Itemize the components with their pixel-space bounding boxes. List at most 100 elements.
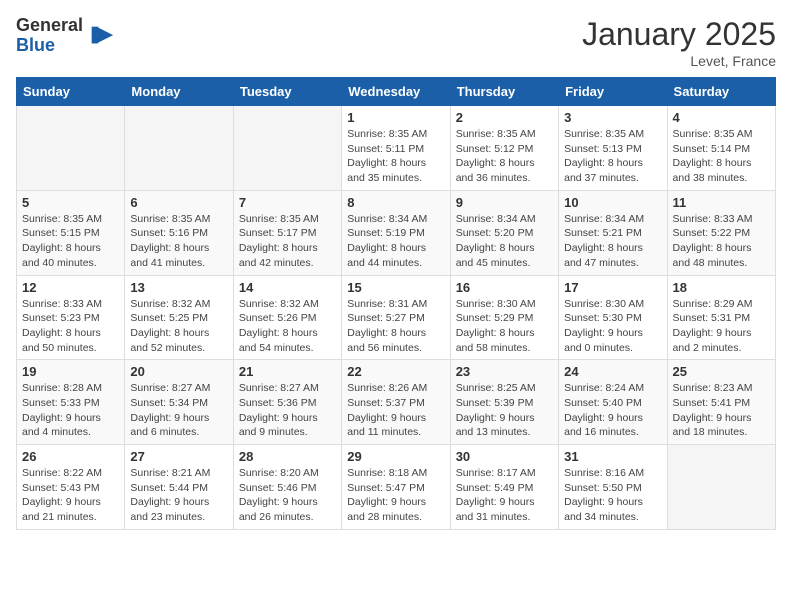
day-number: 23 [456, 364, 553, 379]
day-number: 25 [673, 364, 770, 379]
page-header: General Blue January 2025 Levet, France [16, 16, 776, 69]
day-number: 3 [564, 110, 661, 125]
day-number: 7 [239, 195, 336, 210]
table-row: 29Sunrise: 8:18 AM Sunset: 5:47 PM Dayli… [342, 445, 450, 530]
day-number: 5 [22, 195, 119, 210]
day-info: Sunrise: 8:35 AM Sunset: 5:17 PM Dayligh… [239, 212, 336, 271]
day-info: Sunrise: 8:25 AM Sunset: 5:39 PM Dayligh… [456, 381, 553, 440]
day-info: Sunrise: 8:26 AM Sunset: 5:37 PM Dayligh… [347, 381, 444, 440]
week-row-3: 12Sunrise: 8:33 AM Sunset: 5:23 PM Dayli… [17, 275, 776, 360]
day-number: 9 [456, 195, 553, 210]
table-row: 28Sunrise: 8:20 AM Sunset: 5:46 PM Dayli… [233, 445, 341, 530]
day-number: 16 [456, 280, 553, 295]
table-row: 2 Sunrise: 8:35 AM Sunset: 5:12 PM Daylig… [450, 106, 558, 191]
day-number: 2 [456, 110, 553, 125]
day-number: 20 [130, 364, 227, 379]
weekday-header-row: Sunday Monday Tuesday Wednesday Thursday… [17, 78, 776, 106]
day-number: 1 [347, 110, 444, 125]
day-info: Sunrise: 8:24 AM Sunset: 5:40 PM Dayligh… [564, 381, 661, 440]
day-number: 14 [239, 280, 336, 295]
table-row: 11 Sunrise: 8:33 AM Sunset: 5:22 PM Dayli… [667, 190, 775, 275]
table-row [17, 106, 125, 191]
table-row [233, 106, 341, 191]
day-number: 6 [130, 195, 227, 210]
header-wednesday: Wednesday [342, 78, 450, 106]
month-year-title: January 2025 [582, 16, 776, 53]
header-friday: Friday [559, 78, 667, 106]
table-row: 19 Sunrise: 8:28 AM Sunset: 5:33 PM Dayli… [17, 360, 125, 445]
location-subtitle: Levet, France [582, 53, 776, 69]
day-info: Sunrise: 8:17 AM Sunset: 5:49 PM Dayligh… [456, 466, 553, 525]
table-row: 14 Sunrise: 8:32 AM Sunset: 5:26 PM Dayli… [233, 275, 341, 360]
day-info: Sunrise: 8:34 AM Sunset: 5:21 PM Dayligh… [564, 212, 661, 271]
day-info: Sunrise: 8:35 AM Sunset: 5:16 PM Dayligh… [130, 212, 227, 271]
day-number: 29 [347, 449, 444, 464]
table-row: 12Sunrise: 8:33 AM Sunset: 5:23 PM Dayli… [17, 275, 125, 360]
day-number: 4 [673, 110, 770, 125]
header-monday: Monday [125, 78, 233, 106]
table-row: 23 Sunrise: 8:25 AM Sunset: 5:39 PM Dayli… [450, 360, 558, 445]
logo-blue-text: Blue [16, 36, 83, 56]
table-row: 15Sunrise: 8:31 AM Sunset: 5:27 PM Dayli… [342, 275, 450, 360]
day-info: Sunrise: 8:30 AM Sunset: 5:30 PM Dayligh… [564, 297, 661, 356]
header-thursday: Thursday [450, 78, 558, 106]
table-row: 27 Sunrise: 8:21 AM Sunset: 5:44 PM Dayli… [125, 445, 233, 530]
week-row-5: 26 Sunrise: 8:22 AM Sunset: 5:43 PM Dayli… [17, 445, 776, 530]
day-number: 28 [239, 449, 336, 464]
logo-general-text: General [16, 16, 83, 36]
day-info: Sunrise: 8:33 AM Sunset: 5:22 PM Dayligh… [673, 212, 770, 271]
table-row: 31 Sunrise: 8:16 AM Sunset: 5:50 PM Dayli… [559, 445, 667, 530]
table-row: 13Sunrise: 8:32 AM Sunset: 5:25 PM Dayli… [125, 275, 233, 360]
week-row-2: 5 Sunrise: 8:35 AM Sunset: 5:15 PM Daylig… [17, 190, 776, 275]
day-number: 31 [564, 449, 661, 464]
day-info: Sunrise: 8:34 AM Sunset: 5:19 PM Dayligh… [347, 212, 444, 271]
day-number: 11 [673, 195, 770, 210]
table-row [667, 445, 775, 530]
day-info: Sunrise: 8:28 AM Sunset: 5:33 PM Dayligh… [22, 381, 119, 440]
day-number: 27 [130, 449, 227, 464]
day-info: Sunrise: 8:35 AM Sunset: 5:14 PM Dayligh… [673, 127, 770, 186]
day-number: 21 [239, 364, 336, 379]
day-number: 19 [22, 364, 119, 379]
day-info: Sunrise: 8:35 AM Sunset: 5:12 PM Dayligh… [456, 127, 553, 186]
header-sunday: Sunday [17, 78, 125, 106]
table-row: 26 Sunrise: 8:22 AM Sunset: 5:43 PM Dayli… [17, 445, 125, 530]
day-info: Sunrise: 8:23 AM Sunset: 5:41 PM Dayligh… [673, 381, 770, 440]
day-info: Sunrise: 8:30 AM Sunset: 5:29 PM Dayligh… [456, 297, 553, 356]
day-number: 24 [564, 364, 661, 379]
day-info: Sunrise: 8:27 AM Sunset: 5:36 PM Dayligh… [239, 381, 336, 440]
day-info: Sunrise: 8:32 AM Sunset: 5:25 PM Dayligh… [130, 297, 227, 356]
table-row: 24 Sunrise: 8:24 AM Sunset: 5:40 PM Dayli… [559, 360, 667, 445]
table-row: 8 Sunrise: 8:34 AM Sunset: 5:19 PM Daylig… [342, 190, 450, 275]
day-number: 30 [456, 449, 553, 464]
day-number: 22 [347, 364, 444, 379]
table-row: 7 Sunrise: 8:35 AM Sunset: 5:17 PM Daylig… [233, 190, 341, 275]
table-row: 21 Sunrise: 8:27 AM Sunset: 5:36 PM Dayli… [233, 360, 341, 445]
day-number: 18 [673, 280, 770, 295]
day-info: Sunrise: 8:27 AM Sunset: 5:34 PM Dayligh… [130, 381, 227, 440]
logo-icon [87, 22, 115, 50]
table-row: 18Sunrise: 8:29 AM Sunset: 5:31 PM Dayli… [667, 275, 775, 360]
calendar-table: Sunday Monday Tuesday Wednesday Thursday… [16, 77, 776, 530]
table-row: 6 Sunrise: 8:35 AM Sunset: 5:16 PM Daylig… [125, 190, 233, 275]
day-number: 8 [347, 195, 444, 210]
table-row: 9Sunrise: 8:34 AM Sunset: 5:20 PM Daylig… [450, 190, 558, 275]
table-row: 16 Sunrise: 8:30 AM Sunset: 5:29 PM Dayli… [450, 275, 558, 360]
day-info: Sunrise: 8:21 AM Sunset: 5:44 PM Dayligh… [130, 466, 227, 525]
day-number: 15 [347, 280, 444, 295]
table-row: 5 Sunrise: 8:35 AM Sunset: 5:15 PM Daylig… [17, 190, 125, 275]
table-row: 20 Sunrise: 8:27 AM Sunset: 5:34 PM Dayli… [125, 360, 233, 445]
table-row: 3Sunrise: 8:35 AM Sunset: 5:13 PM Daylig… [559, 106, 667, 191]
table-row: 4 Sunrise: 8:35 AM Sunset: 5:14 PM Daylig… [667, 106, 775, 191]
day-number: 10 [564, 195, 661, 210]
header-saturday: Saturday [667, 78, 775, 106]
day-number: 26 [22, 449, 119, 464]
day-info: Sunrise: 8:22 AM Sunset: 5:43 PM Dayligh… [22, 466, 119, 525]
table-row: 22 Sunrise: 8:26 AM Sunset: 5:37 PM Dayli… [342, 360, 450, 445]
day-info: Sunrise: 8:32 AM Sunset: 5:26 PM Dayligh… [239, 297, 336, 356]
table-row: 17Sunrise: 8:30 AM Sunset: 5:30 PM Dayli… [559, 275, 667, 360]
day-info: Sunrise: 8:16 AM Sunset: 5:50 PM Dayligh… [564, 466, 661, 525]
week-row-1: 1Sunrise: 8:35 AM Sunset: 5:11 PM Daylig… [17, 106, 776, 191]
day-info: Sunrise: 8:35 AM Sunset: 5:15 PM Dayligh… [22, 212, 119, 271]
table-row: 30 Sunrise: 8:17 AM Sunset: 5:49 PM Dayli… [450, 445, 558, 530]
